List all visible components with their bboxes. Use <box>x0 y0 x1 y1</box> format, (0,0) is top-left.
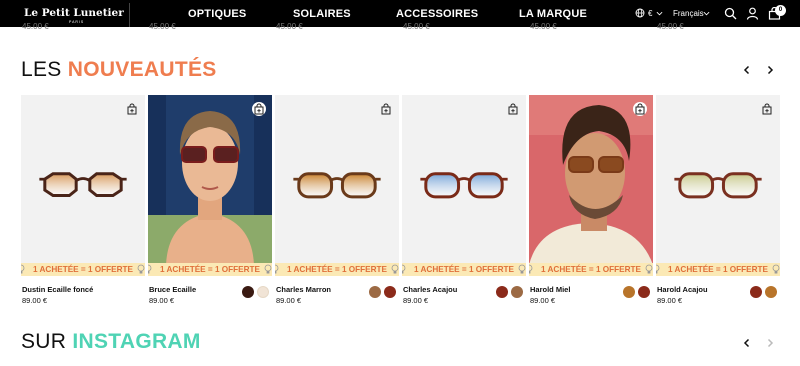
product-price: 89.00 € <box>276 296 302 305</box>
product-image[interactable] <box>656 95 780 265</box>
product-price: 89.00 € <box>403 296 429 305</box>
carousel-next-icon[interactable] <box>764 337 776 349</box>
model-photo <box>529 95 653 265</box>
instagram-title: SUR INSTAGRAM <box>21 330 201 354</box>
previous-row-price: 45.00 € <box>657 22 684 31</box>
nav-la-marque[interactable]: LA MARQUE <box>519 8 587 20</box>
carousel-next-icon[interactable] <box>764 64 776 76</box>
color-swatch[interactable] <box>369 286 381 298</box>
add-to-cart-icon[interactable] <box>379 102 393 116</box>
product-price: 89.00 € <box>149 296 175 305</box>
product-price: 89.00 € <box>657 296 683 305</box>
color-swatch[interactable] <box>750 286 762 298</box>
promo-banner: 1 ACHETÉE = 1 OFFERTE <box>21 263 145 276</box>
product-image[interactable] <box>21 95 145 265</box>
promo-text: 1 ACHETÉE = 1 OFFERTE <box>159 265 260 274</box>
product-card[interactable]: 1 ACHETÉE = 1 OFFERTE Harold Acajou 89.00 … <box>656 95 780 310</box>
color-swatch[interactable] <box>384 286 396 298</box>
sunglasses-image <box>674 172 762 199</box>
lightbulb-icon <box>645 264 653 274</box>
title-highlight: NOUVEAUTÉS <box>67 58 217 81</box>
globe-icon[interactable] <box>635 8 645 18</box>
promo-text: 1 ACHETÉE = 1 OFFERTE <box>32 265 133 274</box>
sunglasses-image <box>420 172 508 199</box>
add-to-cart-icon[interactable] <box>252 102 266 116</box>
logo-subtitle: PARIS <box>69 20 85 24</box>
language-selector[interactable]: Français <box>673 9 704 18</box>
title-prefix: SUR <box>21 330 67 353</box>
product-card[interactable]: 1 ACHETÉE = 1 OFFERTE Charles Acajou 89.00… <box>402 95 526 310</box>
product-card[interactable]: 1 ACHETÉE = 1 OFFERTE Charles Marron 89.00… <box>275 95 399 310</box>
lightbulb-icon <box>772 264 780 274</box>
new-arrivals-title: LES NOUVEAUTÉS <box>21 58 217 82</box>
lightbulb-icon <box>518 264 526 274</box>
title-highlight: INSTAGRAM <box>72 330 201 353</box>
lightbulb-icon <box>264 264 272 274</box>
sunglasses-image <box>39 172 127 198</box>
promo-text: 1 ACHETÉE = 1 OFFERTE <box>667 265 768 274</box>
color-swatch[interactable] <box>765 286 777 298</box>
carousel-prev-icon[interactable] <box>741 337 753 349</box>
product-image[interactable] <box>529 95 653 265</box>
product-price: 89.00 € <box>22 296 48 305</box>
nav-optiques[interactable]: OPTIQUES <box>188 8 246 20</box>
previous-row-price: 45.00 € <box>530 22 557 31</box>
promo-text: 1 ACHETÉE = 1 OFFERTE <box>286 265 387 274</box>
promo-banner: 1 ACHETÉE = 1 OFFERTE <box>148 263 272 276</box>
currency-selector[interactable]: € <box>648 9 652 18</box>
product-name[interactable]: Bruce Ecaille <box>149 285 196 294</box>
color-swatch[interactable] <box>257 286 269 298</box>
lightbulb-icon <box>391 264 399 274</box>
previous-row-price: 45.00 € <box>276 22 303 31</box>
promo-banner: 1 ACHETÉE = 1 OFFERTE <box>402 263 526 276</box>
color-swatch[interactable] <box>638 286 650 298</box>
add-to-cart-icon[interactable] <box>633 102 647 116</box>
product-card[interactable]: 1 ACHETÉE = 1 OFFERTE Dustin Ecaille fonc… <box>21 95 145 310</box>
carousel-prev-icon[interactable] <box>741 64 753 76</box>
product-image[interactable] <box>275 95 399 265</box>
promo-text: 1 ACHETÉE = 1 OFFERTE <box>540 265 641 274</box>
logo-title: Le Petit Lunetier <box>24 7 124 19</box>
chevron-down-icon[interactable] <box>656 10 663 17</box>
color-swatch[interactable] <box>496 286 508 298</box>
product-image[interactable] <box>148 95 272 265</box>
promo-banner: 1 ACHETÉE = 1 OFFERTE <box>656 263 780 276</box>
promo-banner: 1 ACHETÉE = 1 OFFERTE <box>275 263 399 276</box>
product-card[interactable]: 1 ACHETÉE = 1 OFFERTE Harold Miel 89.00 € <box>529 95 653 310</box>
previous-row-price: 45.00 € <box>22 22 49 31</box>
model-photo <box>148 95 272 265</box>
product-image[interactable] <box>402 95 526 265</box>
chevron-down-icon[interactable] <box>703 10 710 17</box>
nav-solaires[interactable]: SOLAIRES <box>293 8 351 20</box>
add-to-cart-icon[interactable] <box>506 102 520 116</box>
lightbulb-icon <box>137 264 145 274</box>
color-swatch[interactable] <box>242 286 254 298</box>
product-name[interactable]: Harold Miel <box>530 285 570 294</box>
search-icon[interactable] <box>724 7 737 20</box>
product-price: 89.00 € <box>530 296 556 305</box>
cart-count-badge: 0 <box>775 5 786 16</box>
promo-text: 1 ACHETÉE = 1 OFFERTE <box>413 265 514 274</box>
title-prefix: LES <box>21 58 62 81</box>
promo-banner: 1 ACHETÉE = 1 OFFERTE <box>529 263 653 276</box>
account-icon[interactable] <box>746 7 759 20</box>
sunglasses-image <box>293 172 381 199</box>
product-name[interactable]: Charles Acajou <box>403 285 457 294</box>
product-name[interactable]: Charles Marron <box>276 285 331 294</box>
add-to-cart-icon[interactable] <box>125 102 139 116</box>
product-name[interactable]: Harold Acajou <box>657 285 708 294</box>
previous-row-price: 45.00 € <box>403 22 430 31</box>
product-name[interactable]: Dustin Ecaille foncé <box>22 285 93 294</box>
add-to-cart-icon[interactable] <box>760 102 774 116</box>
previous-row-price: 45.00 € <box>149 22 176 31</box>
product-card[interactable]: 1 ACHETÉE = 1 OFFERTE Bruce Ecaille 89.00 … <box>148 95 272 310</box>
color-swatch[interactable] <box>623 286 635 298</box>
nav-accessoires[interactable]: ACCESSOIRES <box>396 8 478 20</box>
color-swatch[interactable] <box>511 286 523 298</box>
